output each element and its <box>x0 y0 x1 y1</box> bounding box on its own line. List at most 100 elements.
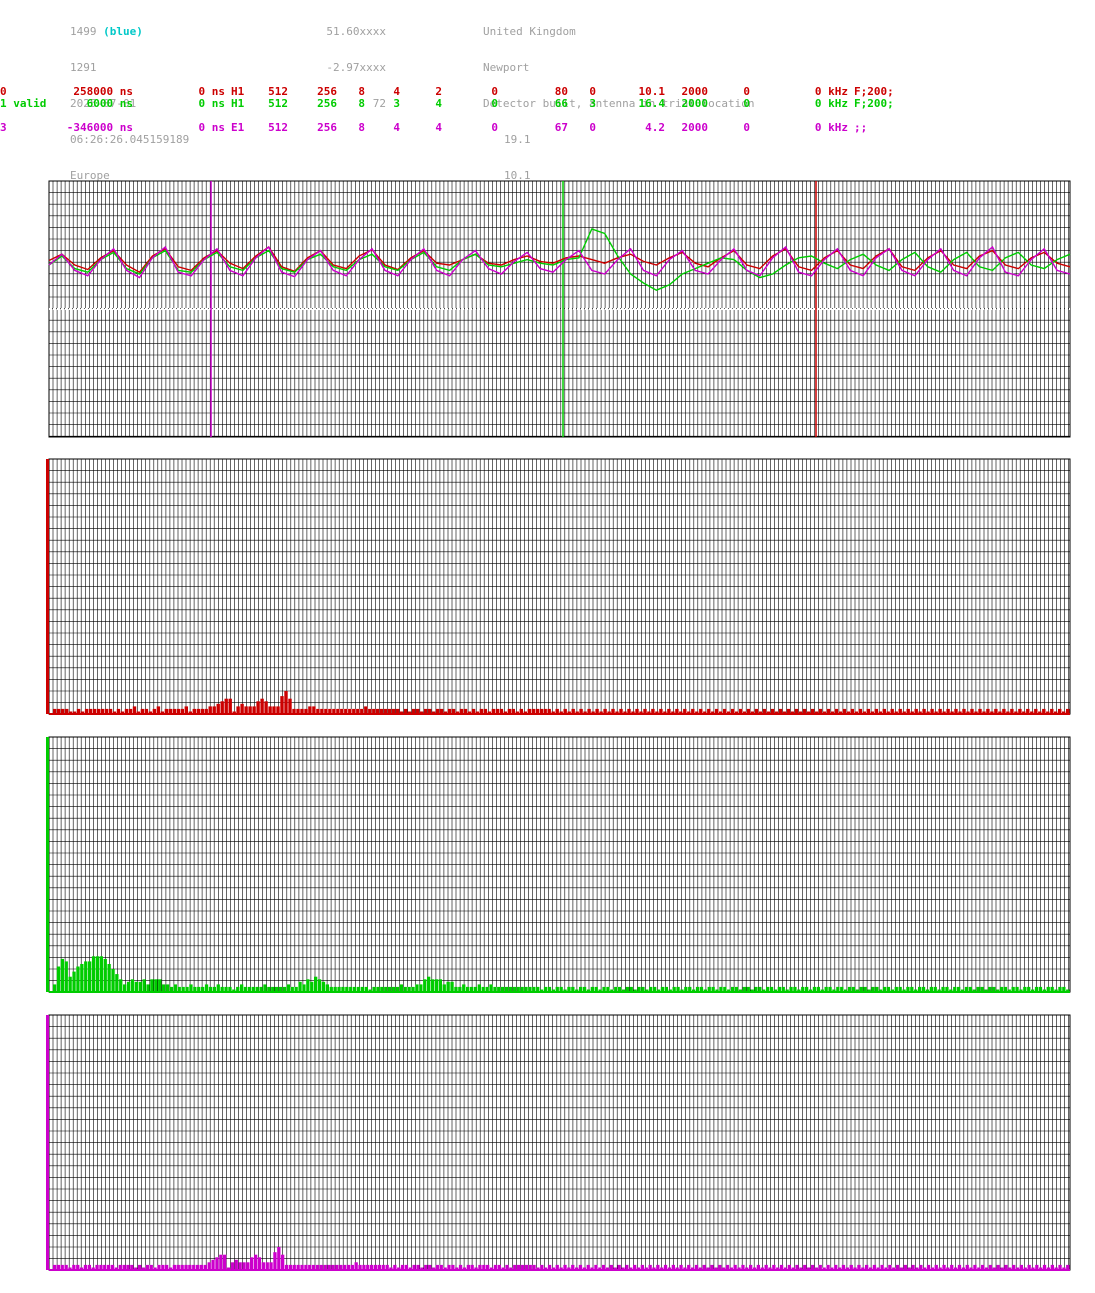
spectrum-bar <box>286 984 290 993</box>
spectrum-bar <box>224 698 228 714</box>
spectrum-bar <box>364 706 368 715</box>
spectrum-bar <box>298 981 302 992</box>
spectrum-bar <box>150 979 154 993</box>
spectrum-bar <box>246 1262 250 1270</box>
spectrum-bar <box>442 984 446 993</box>
spectrum-bar <box>212 706 216 715</box>
spectrum-bar <box>228 698 232 714</box>
spectrum-bar <box>162 984 166 993</box>
spectrum-bar <box>268 706 272 715</box>
spectrum-bar <box>273 1252 277 1271</box>
spectrum-bar <box>220 701 224 715</box>
spectrum-bar <box>252 706 256 715</box>
spectrum-bar <box>119 979 123 993</box>
spectrum-bar <box>276 706 280 715</box>
spectrum-bar <box>146 984 150 993</box>
spectrum-bar <box>244 706 248 715</box>
spectrum-bar <box>215 1257 219 1271</box>
spectrum-bar <box>446 981 450 992</box>
spectrum-bar <box>399 984 403 993</box>
spectrum-bar <box>277 1247 281 1270</box>
spectrum-bar <box>280 696 284 714</box>
spectrum-bar <box>158 979 162 993</box>
spectrum-bar <box>240 703 244 714</box>
spectrum-bar <box>216 703 220 714</box>
spectrum-bar <box>423 979 427 993</box>
spectrum-bar <box>173 984 177 993</box>
spectrum-bar <box>156 706 161 715</box>
spectrum-bar <box>254 1254 258 1270</box>
spectrum-bar <box>438 979 442 993</box>
spectrum-bar <box>95 956 100 992</box>
spectrum-bar <box>265 1262 269 1270</box>
spectrum-bar <box>165 984 170 993</box>
spectrum-bar <box>272 706 276 715</box>
spectrum-bar <box>284 691 288 714</box>
spectrum-bar <box>302 984 306 993</box>
spectrum-bar <box>306 979 310 993</box>
spectrum-bar <box>489 984 493 993</box>
spectrum-bar <box>115 974 119 992</box>
spectrum-bar <box>248 706 252 715</box>
spectrum-bar <box>308 706 312 715</box>
spectrum-bar <box>242 1262 246 1270</box>
spectrum-bar <box>211 1259 215 1270</box>
spectrum-bar <box>264 701 268 715</box>
spectrum-bar <box>223 1254 227 1270</box>
spectrum-bar <box>288 698 292 714</box>
spectrum-bar <box>281 1254 285 1270</box>
spectrum-bar <box>234 1259 238 1270</box>
spectrum-bar <box>88 961 92 992</box>
spectrum-bar <box>354 1262 358 1270</box>
spectrum-bar <box>257 1257 262 1271</box>
spectrum-bar <box>111 969 115 992</box>
spectrum-bar <box>103 958 107 992</box>
spectrum-bar <box>154 979 158 993</box>
spectrum-bar <box>126 981 131 992</box>
spectrum-bar <box>189 984 193 993</box>
spectrum-bar <box>236 706 240 715</box>
spectrum-bar <box>134 981 138 992</box>
spectrum-bar <box>314 976 318 992</box>
spectrum-bar <box>107 964 111 993</box>
spectrum-bar <box>430 979 435 993</box>
spectrum-bar <box>138 981 142 992</box>
spectrum-bar <box>123 984 127 993</box>
spectrum-bar <box>427 976 431 992</box>
spectrum-bar <box>240 984 244 993</box>
spectrum-bar <box>184 706 188 715</box>
spectrum-bar <box>238 1262 242 1270</box>
spectrum-bar <box>256 701 260 715</box>
charts-svg <box>46 180 1071 1271</box>
spectrum-bar <box>84 961 88 992</box>
spectrum-bar <box>207 1262 211 1270</box>
spectrum-bar <box>261 1262 265 1270</box>
spectrum-bar <box>263 984 267 993</box>
spectrum-bar <box>60 958 64 992</box>
spectrum-bar <box>434 979 439 993</box>
spectrum-bar <box>317 979 322 993</box>
spectrum-bar <box>325 984 329 993</box>
spectrum-bar <box>477 984 481 993</box>
spectrum-bar <box>310 981 314 992</box>
spectrum-bar <box>68 976 72 992</box>
spectrum-bar <box>260 698 264 714</box>
spectrum-bar <box>76 966 80 992</box>
spectrum-bar <box>250 1257 254 1271</box>
spectrum-bar <box>230 1262 235 1270</box>
spectrum-bar <box>132 706 137 715</box>
spectrum-bar <box>204 984 209 993</box>
spectrum-bar <box>99 956 103 992</box>
spectrum-bar <box>450 981 454 992</box>
spectrum-bar <box>46 459 49 714</box>
spectrum-bar <box>46 1015 49 1270</box>
spectrum-bar <box>46 737 49 992</box>
spectrum-bar <box>72 971 76 992</box>
spectrum-bar <box>462 984 466 993</box>
spectrum-bar <box>312 706 316 715</box>
spectrum-bar <box>208 706 212 715</box>
spectrum-bar <box>142 979 146 993</box>
spectrum-bar <box>216 984 220 993</box>
spectrum-bar <box>80 964 84 993</box>
spectrum-bar <box>419 984 423 993</box>
